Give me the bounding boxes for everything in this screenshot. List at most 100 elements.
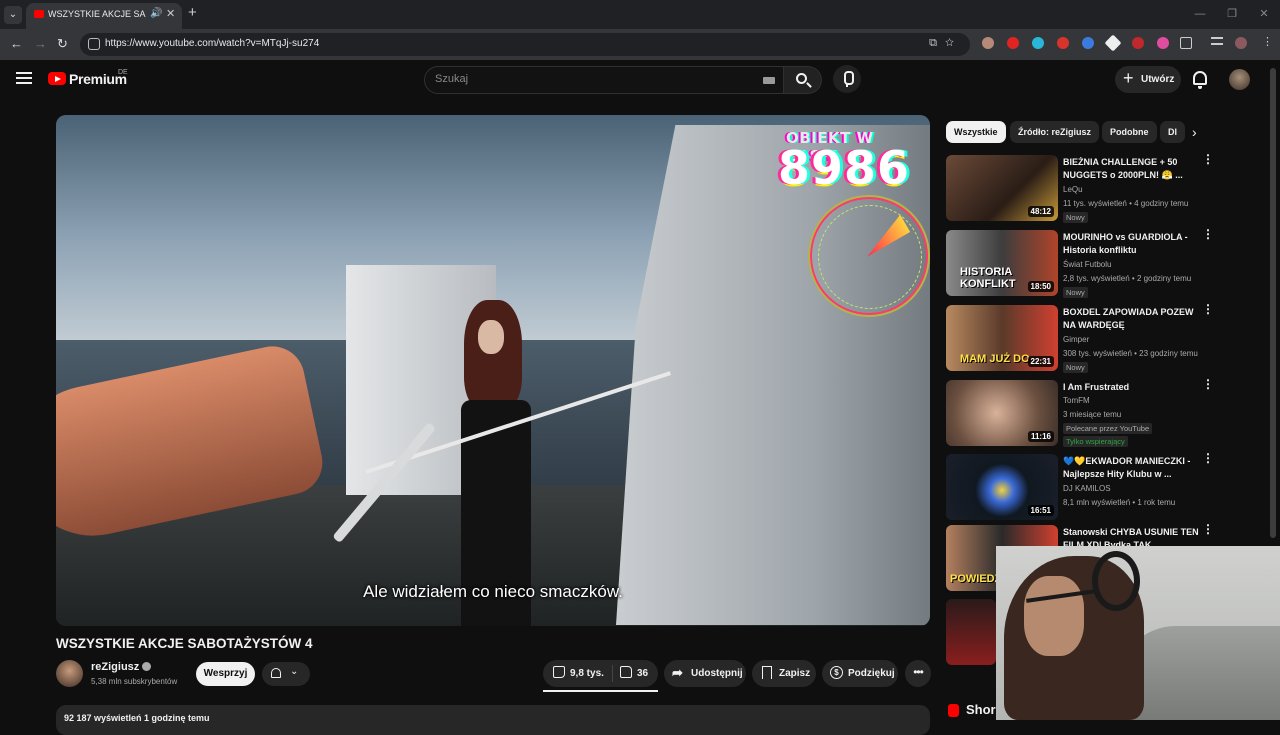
rec-channel[interactable]: LeQu <box>1063 185 1083 194</box>
search-button[interactable] <box>784 66 822 94</box>
search-input[interactable]: Szukaj <box>424 66 784 94</box>
site-info-icon[interactable] <box>88 38 100 50</box>
channel-name-text[interactable]: reZigiusz <box>91 661 139 673</box>
like-count[interactable]: 9,8 tys. <box>570 668 604 679</box>
description-box[interactable]: 92 187 wyświetleń 1 godzinę temu <box>56 705 930 735</box>
kebab-menu-icon[interactable]: ⋮ <box>1202 303 1214 315</box>
browser-toolbar: ← → ↻ https://www.youtube.com/watch?v=MT… <box>0 29 1280 60</box>
support-button[interactable]: Wesprzyj <box>196 662 255 686</box>
radar-sweep <box>857 215 910 257</box>
menu-icon[interactable] <box>16 72 32 84</box>
rec-title[interactable]: 💙💛EKWADOR MANIECZKI - Najlepsze Hity Klu… <box>1063 455 1203 480</box>
url-text[interactable]: https://www.youtube.com/watch?v=MTqJj-su… <box>105 38 319 49</box>
forward-icon[interactable]: → <box>34 36 47 51</box>
save-button[interactable]: Zapisz <box>752 660 816 687</box>
share-button[interactable]: ➦ Udostępnij <box>664 660 746 687</box>
address-bar[interactable]: https://www.youtube.com/watch?v=MTqJj-su… <box>80 33 970 56</box>
dislike-count[interactable]: 36 <box>637 668 648 679</box>
video-thumbnail[interactable]: 48:12 <box>946 155 1058 221</box>
speaker-icon[interactable]: 🔊 <box>150 8 162 19</box>
browser-tab-strip: ⌄ WSZYSTKIE AKCJE SABOTAŻ 🔊 ✕ + —❐✕ <box>0 0 1280 29</box>
subscription-notifications-button[interactable]: ⌄ <box>262 662 310 686</box>
extension-icon[interactable] <box>1157 37 1169 49</box>
rec-title[interactable]: BIEŻNIA CHALLENGE + 50 NUGGETS o 2000PLN… <box>1063 156 1203 181</box>
like-indicator <box>543 690 658 692</box>
video-thumbnail[interactable]: 11:16 <box>946 380 1058 446</box>
back-icon[interactable]: ← <box>10 36 23 51</box>
thumbs-up-icon[interactable] <box>553 666 565 678</box>
rec-meta: 8,1 mln wyświetleń • 1 rok temu <box>1063 498 1176 507</box>
rec-channel[interactable]: Świat Futbolu <box>1063 260 1111 269</box>
recommendation-item[interactable]: 11:16 I Am Frustrated TomFM 3 miesiące t… <box>946 378 1226 452</box>
video-title: WSZYSTKIE AKCJE SABOTAŻYSTÓW 4 <box>56 636 313 651</box>
extension-icon[interactable] <box>982 37 994 49</box>
bookmark-star-icon[interactable]: ⧉☆ <box>929 37 962 50</box>
close-tab-icon[interactable]: ✕ <box>166 7 175 20</box>
extension-icon[interactable] <box>1132 37 1144 49</box>
rec-title[interactable]: MOURINHO vs GUARDIOLA - Historia konflik… <box>1063 231 1203 256</box>
recommendation-item[interactable]: HISTORIA KONFLIKT 18:50 MOURINHO vs GUAR… <box>946 228 1226 298</box>
rec-channel[interactable]: DJ KAMILOS <box>1063 484 1111 493</box>
rec-channel[interactable]: Gimper <box>1063 335 1089 344</box>
rec-channel[interactable]: TomFM <box>1063 396 1090 405</box>
thumbnail-text: MAM JUŻ DO <box>960 353 1030 365</box>
extension-icon[interactable] <box>1007 37 1019 49</box>
person-hair <box>464 300 522 410</box>
kebab-menu-icon[interactable]: ⋮ <box>1202 452 1214 464</box>
voice-search-icon[interactable] <box>833 65 861 93</box>
close-window-icon[interactable]: ✕ <box>1248 0 1280 28</box>
account-avatar[interactable] <box>1229 69 1250 90</box>
rec-meta: 3 miesiące temu <box>1063 410 1122 419</box>
more-actions-icon[interactable]: ••• <box>905 660 931 687</box>
video-thumbnail[interactable] <box>946 599 996 665</box>
kebab-menu-icon[interactable]: ⋮ <box>1202 153 1214 165</box>
recommended-badge: Polecane przez YouTube <box>1063 423 1153 434</box>
profile-avatar[interactable] <box>1235 37 1247 49</box>
notifications-bell-icon[interactable] <box>1193 71 1207 89</box>
extension-icon[interactable] <box>1104 34 1122 52</box>
radar-graphic <box>808 195 930 317</box>
keyboard-icon[interactable] <box>763 77 775 84</box>
reload-icon[interactable]: ↻ <box>57 36 68 52</box>
recommendation-item[interactable]: 16:51 💙💛EKWADOR MANIECZKI - Najlepsze Hi… <box>946 452 1226 522</box>
create-button[interactable]: + Utwórz <box>1115 66 1181 93</box>
video-thumbnail[interactable]: MAM JUŻ DO 22:31 <box>946 305 1058 371</box>
minimize-icon[interactable]: — <box>1184 0 1216 28</box>
scrollbar[interactable] <box>1270 68 1276 538</box>
thanks-button[interactable]: $ Podziękuj <box>822 660 898 687</box>
extension-icon[interactable] <box>1057 37 1069 49</box>
chip-more[interactable]: Dl <box>1160 121 1185 143</box>
browser-menu-icon[interactable]: ⋮ <box>1262 37 1273 49</box>
video-thumbnail[interactable]: 16:51 <box>946 454 1058 520</box>
shorts-heading: Shor <box>966 702 996 717</box>
tab-search-dropdown[interactable]: ⌄ <box>4 6 22 24</box>
thumbs-down-icon[interactable] <box>620 666 632 678</box>
youtube-logo-icon[interactable] <box>48 72 66 85</box>
recommendation-item[interactable]: 48:12 BIEŻNIA CHALLENGE + 50 NUGGETS o 2… <box>946 153 1226 223</box>
tab-list-icon[interactable] <box>1211 37 1223 45</box>
extension-icon[interactable] <box>1032 37 1044 49</box>
video-player[interactable]: OBIEKT W ZASIĘ 8986 Ale widziałem co nie… <box>56 115 930 626</box>
recommendation-item[interactable]: MAM JUŻ DO 22:31 BOXDEL ZAPOWIADA POZEW … <box>946 303 1226 373</box>
new-badge: Nowy <box>1063 362 1088 373</box>
rec-title[interactable]: BOXDEL ZAPOWIADA POZEW NA WARDĘGĘ <box>1063 306 1203 331</box>
chevron-right-icon[interactable]: › <box>1192 124 1197 140</box>
kebab-menu-icon[interactable]: ⋮ <box>1202 523 1214 535</box>
channel-avatar[interactable] <box>56 660 83 687</box>
chip-related[interactable]: Podobne <box>1102 121 1157 143</box>
chip-source[interactable]: Źródło: reZigiusz <box>1010 121 1099 143</box>
chip-all[interactable]: Wszystkie <box>946 121 1006 143</box>
rec-title[interactable]: I Am Frustrated <box>1063 381 1203 394</box>
browser-tab[interactable]: WSZYSTKIE AKCJE SABOTAŻ 🔊 ✕ <box>26 3 182 29</box>
channel-name[interactable]: reZigiusz <box>91 661 152 673</box>
tab-title: WSZYSTKIE AKCJE SABOTAŻ <box>48 9 146 19</box>
extension-icon[interactable] <box>1082 37 1094 49</box>
kebab-menu-icon[interactable]: ⋮ <box>1202 228 1214 240</box>
new-tab-button[interactable]: + <box>188 4 197 21</box>
restore-icon[interactable]: ❐ <box>1216 0 1248 28</box>
video-thumbnail[interactable]: HISTORIA KONFLIKT 18:50 <box>946 230 1058 296</box>
views-and-date: 92 187 wyświetleń 1 godzinę temu <box>64 713 210 723</box>
extensions-puzzle-icon[interactable] <box>1180 37 1192 49</box>
kebab-menu-icon[interactable]: ⋮ <box>1202 378 1214 390</box>
filter-chips: Wszystkie Źródło: reZigiusz Podobne Dl <box>946 121 1206 143</box>
